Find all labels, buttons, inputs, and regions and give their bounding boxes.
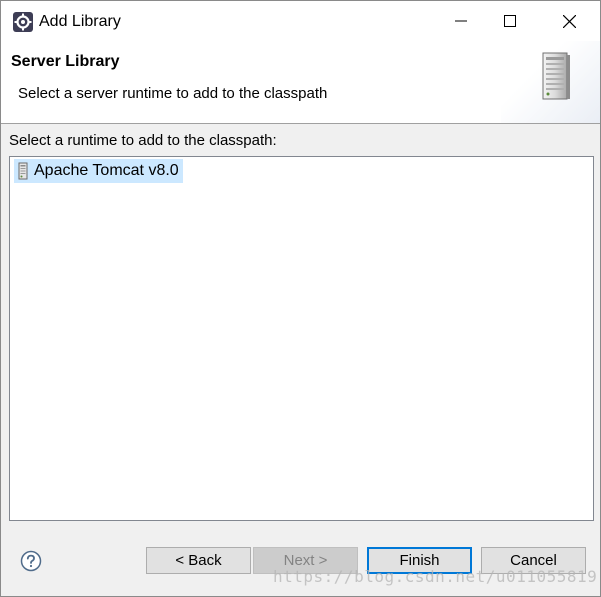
list-item-label: Apache Tomcat v8.0: [34, 162, 179, 179]
banner-title: Server Library: [11, 53, 120, 70]
minimize-button[interactable]: [438, 1, 484, 41]
maximize-button[interactable]: [487, 1, 533, 41]
server-runtime-icon: [18, 162, 28, 180]
title-bar[interactable]: Add Library: [1, 1, 600, 41]
banner-description: Select a server runtime to add to the cl…: [18, 85, 328, 102]
watermark: https://blog.csdn.net/u011055819: [273, 567, 598, 586]
runtime-list[interactable]: Apache Tomcat v8.0: [9, 156, 594, 521]
close-icon: [562, 14, 576, 28]
server-icon: [542, 52, 570, 100]
eclipse-gear-icon: [13, 12, 33, 32]
list-item-apache-tomcat[interactable]: Apache Tomcat v8.0: [14, 159, 183, 183]
maximize-icon: [504, 15, 516, 27]
runtime-list-label: Select a runtime to add to the classpath…: [9, 132, 277, 149]
minimize-icon: [455, 20, 467, 22]
back-button[interactable]: < Back: [146, 547, 251, 574]
add-library-dialog: Add Library Server Library Select a serv…: [0, 0, 601, 597]
wizard-banner: Server Library Select a server runtime t…: [1, 41, 600, 124]
close-button[interactable]: [546, 1, 592, 41]
window-title: Add Library: [39, 13, 121, 30]
help-icon[interactable]: [20, 550, 42, 572]
